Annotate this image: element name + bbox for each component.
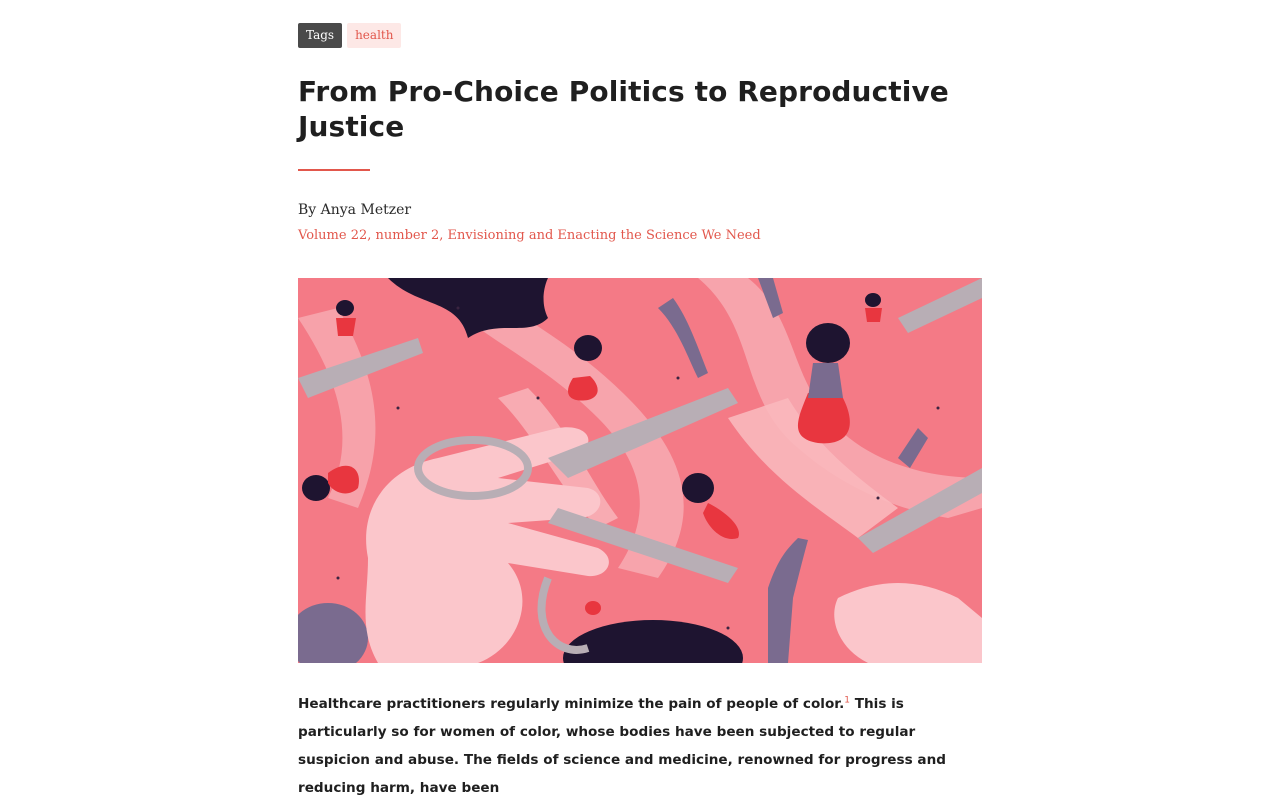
article-body-paragraph: Healthcare practitioners regularly minim… bbox=[298, 690, 982, 802]
tag-health[interactable]: health bbox=[347, 23, 402, 48]
article-byline: By Anya Metzer bbox=[298, 202, 412, 218]
volume-link[interactable]: Volume 22, number 2, Envisioning and Ena… bbox=[298, 226, 761, 246]
body-sentence-1: Healthcare practitioners regularly minim… bbox=[298, 696, 845, 712]
hero-illustration-art bbox=[298, 278, 982, 663]
article-title: From Pro-Choice Politics to Reproductive… bbox=[298, 75, 949, 143]
hero-illustration bbox=[298, 278, 982, 663]
tags-label: Tags bbox=[298, 23, 343, 48]
tags-row: Tags health bbox=[298, 23, 402, 48]
title-divider bbox=[298, 169, 370, 171]
